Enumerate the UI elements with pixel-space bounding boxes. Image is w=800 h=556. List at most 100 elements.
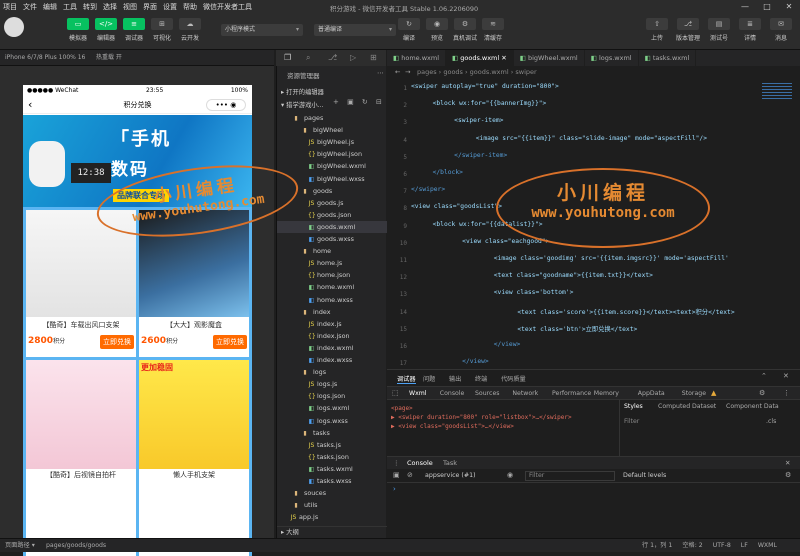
toolbar-button[interactable]: ⎇ 版本管理 bbox=[671, 18, 705, 42]
file-item[interactable]: ◧ index.wxml bbox=[277, 342, 387, 354]
devtools-panel-tab[interactable]: Sources bbox=[475, 390, 499, 397]
minimize-button[interactable]: — bbox=[734, 0, 756, 14]
file-item[interactable]: {}home.json bbox=[277, 269, 387, 281]
status-item[interactable]: 空格: 2 bbox=[682, 539, 702, 553]
file-item[interactable]: JS logs.js bbox=[277, 378, 387, 390]
editor-tab[interactable]: ◧ logs.wxml bbox=[585, 50, 639, 66]
menu-item[interactable]: 帮助 bbox=[180, 2, 200, 12]
drawer-close-icon[interactable]: ✕ bbox=[785, 459, 790, 467]
redeem-button[interactable]: 立即兑换 bbox=[100, 335, 134, 349]
redeem-button[interactable]: 立即兑换 bbox=[213, 335, 247, 349]
status-item[interactable]: UTF-8 bbox=[713, 539, 731, 553]
file-item[interactable]: JS app.js bbox=[277, 511, 387, 523]
styles-tab[interactable]: Styles bbox=[624, 403, 643, 410]
sidebar-toggle-icon[interactable]: ▣ bbox=[393, 471, 400, 479]
devtools-panel-tab[interactable]: Network bbox=[512, 390, 538, 397]
page-path-select[interactable]: 页面路径 ▾ bbox=[5, 539, 35, 553]
devtools-settings-icon[interactable]: ⚙ bbox=[759, 389, 765, 397]
close-tab-icon[interactable]: ✕ bbox=[499, 54, 506, 62]
menu-item[interactable]: 转到 bbox=[80, 2, 100, 12]
extensions-icon[interactable]: ⊞ bbox=[370, 53, 377, 62]
devtools-panel-tab[interactable]: Storage bbox=[682, 390, 706, 397]
toolbar-button[interactable]: ≋ 清缓存 bbox=[476, 18, 510, 42]
styles-tab[interactable]: Component Data bbox=[726, 403, 779, 410]
nav-back-icon[interactable]: ← bbox=[395, 66, 400, 79]
file-item[interactable]: JS bigWheel.js bbox=[277, 136, 387, 148]
folder-item[interactable]: ▮ tasks bbox=[277, 427, 387, 439]
toolbar-button[interactable]: ≣ 详情 bbox=[733, 18, 767, 42]
toolbar-button[interactable]: ⇧ 上传 bbox=[640, 18, 674, 42]
goods-card[interactable]: 【酷奇】后视镜自拍杆 bbox=[26, 360, 136, 556]
folder-item[interactable]: ▮ index bbox=[277, 306, 387, 318]
file-item[interactable]: {}bigWheel.json bbox=[277, 148, 387, 160]
file-item[interactable]: ◧ home.wxml bbox=[277, 281, 387, 293]
tab-console-drawer[interactable]: Console bbox=[407, 459, 433, 467]
outline-section[interactable]: ▸ 大纲 bbox=[277, 526, 387, 538]
file-item[interactable]: {}logs.json bbox=[277, 390, 387, 402]
devtools-top-tab[interactable]: 终端 bbox=[475, 374, 487, 383]
folder-item[interactable]: ▮ logs bbox=[277, 366, 387, 378]
file-item[interactable]: ◧ goods.wxml bbox=[277, 220, 387, 233]
console-filter-input[interactable]: Filter bbox=[525, 471, 615, 481]
status-item[interactable]: WXML bbox=[758, 539, 777, 553]
eye-icon[interactable]: ◉ bbox=[507, 471, 513, 479]
maximize-button[interactable]: □ bbox=[756, 0, 778, 14]
context-select[interactable]: appservice (#1) bbox=[425, 472, 476, 479]
source-control-icon[interactable]: ⎇ bbox=[328, 53, 337, 62]
devtools-top-tab[interactable]: 代码质量 bbox=[501, 374, 526, 383]
styles-tab[interactable]: Dataset bbox=[692, 403, 716, 410]
devtools-collapse-icon[interactable]: ⌃ bbox=[761, 372, 767, 380]
console-prompt[interactable]: › bbox=[393, 485, 396, 493]
file-item[interactable]: JS tasks.js bbox=[277, 439, 387, 451]
compile-select[interactable]: 普通编译 bbox=[314, 24, 396, 36]
menu-item[interactable]: 文件 bbox=[20, 2, 40, 12]
folder-item[interactable]: ▮ souces bbox=[277, 487, 387, 499]
devtools-close-icon[interactable]: ✕ bbox=[783, 372, 789, 380]
devtools-panel-tab[interactable]: Memory bbox=[594, 390, 619, 397]
wxml-node[interactable]: ▶ <view class="goodsList">…</view> bbox=[391, 422, 617, 431]
capsule-button[interactable]: ••• ◉ bbox=[206, 99, 246, 111]
file-item[interactable]: JS index.js bbox=[277, 318, 387, 330]
folder-item[interactable]: ▮ pages bbox=[277, 112, 387, 124]
menu-item[interactable]: 设置 bbox=[160, 2, 180, 12]
debug-icon[interactable]: ▷ bbox=[350, 53, 356, 62]
file-item[interactable]: ◧ index.wxss bbox=[277, 354, 387, 366]
menu-item[interactable]: 微信开发者工具 bbox=[200, 2, 255, 12]
file-item[interactable]: JS home.js bbox=[277, 257, 387, 269]
file-item[interactable]: ◧ tasks.wxss bbox=[277, 475, 387, 487]
devtools-panel-tab[interactable]: Performance bbox=[552, 390, 591, 397]
mode-select[interactable]: 小程序模式 bbox=[221, 24, 303, 36]
clear-console-icon[interactable]: ⊘ bbox=[407, 471, 413, 479]
file-item[interactable]: {}tasks.json bbox=[277, 451, 387, 463]
toolbar-button[interactable]: ✉ 消息 bbox=[764, 18, 798, 42]
editor-tab[interactable]: ◧ bigWheel.wxml bbox=[514, 50, 585, 66]
levels-select[interactable]: Default levels bbox=[623, 472, 666, 479]
hotreload-toggle[interactable]: 热重载 开 bbox=[96, 50, 122, 66]
toolbar-button[interactable]: ▤ 测试号 bbox=[702, 18, 736, 42]
drawer-menu-icon[interactable]: ⋮ bbox=[393, 459, 400, 467]
wxml-node[interactable]: ▶ <swiper duration="800" role="listbox">… bbox=[391, 413, 617, 422]
file-item[interactable]: ◧ tasks.wxml bbox=[277, 463, 387, 475]
console-settings-icon[interactable]: ⚙ bbox=[785, 471, 791, 479]
menu-item[interactable]: 工具 bbox=[60, 2, 80, 12]
file-item[interactable]: ◧ logs.wxss bbox=[277, 415, 387, 427]
project-section[interactable]: ▾ 猎学游戏小... bbox=[281, 100, 324, 109]
explorer-actions[interactable]: + ▣ ↻ ⊟ bbox=[333, 98, 385, 106]
devtools-top-tab[interactable]: 问题 bbox=[423, 374, 435, 383]
toolbar-button[interactable]: ☁ 云开发 bbox=[173, 18, 207, 42]
devtools-top-tab[interactable]: 输出 bbox=[449, 374, 461, 383]
devtools-top-tab[interactable]: 调试器 bbox=[397, 374, 416, 384]
file-item[interactable]: ◧ home.wxss bbox=[277, 294, 387, 306]
file-item[interactable]: {}goods.json bbox=[277, 209, 387, 221]
menu-item[interactable]: 编辑 bbox=[40, 2, 60, 12]
folder-item[interactable]: ▮ utils bbox=[277, 499, 387, 511]
devtools-panel-tab[interactable]: Wxml bbox=[409, 390, 427, 397]
file-item[interactable]: ◧ goods.wxss bbox=[277, 233, 387, 245]
file-item[interactable]: ◧ logs.wxml bbox=[277, 402, 387, 414]
wxml-tree[interactable]: <page> ▶ <swiper duration="800" role="li… bbox=[391, 404, 617, 454]
devtools-panel-tab[interactable]: Console bbox=[440, 390, 465, 397]
explorer-more-icon[interactable]: ⋯ bbox=[377, 69, 384, 77]
avatar[interactable] bbox=[4, 17, 24, 37]
inspect-icon[interactable]: ⬚ bbox=[392, 389, 399, 397]
editor-tab[interactable]: ◧ goods.wxml ✕ bbox=[446, 50, 514, 66]
